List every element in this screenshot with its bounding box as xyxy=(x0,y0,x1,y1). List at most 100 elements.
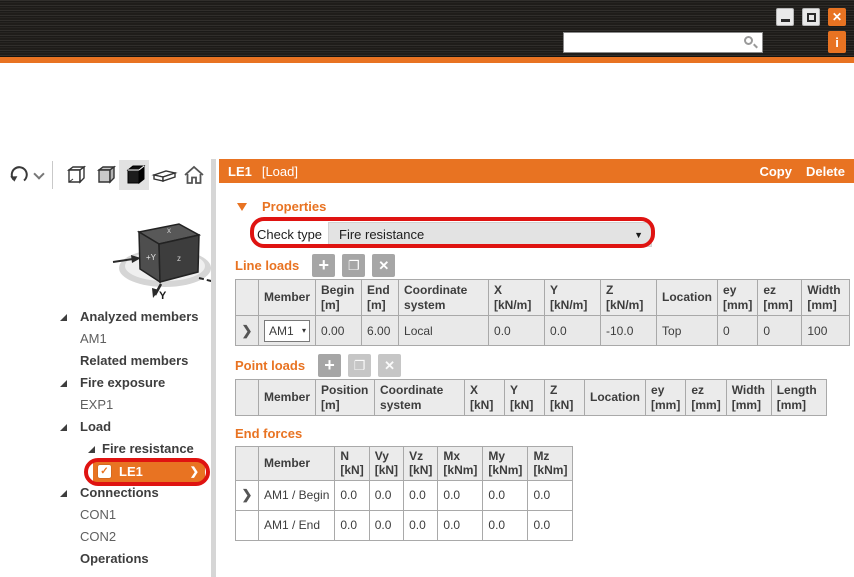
header-cell: Width[mm] xyxy=(802,280,850,316)
mz-cell[interactable]: 0.0 xyxy=(528,510,573,540)
tree-item-con1[interactable]: CON1 xyxy=(0,504,211,526)
maximize-button[interactable] xyxy=(802,8,820,26)
section-title: Properties xyxy=(262,199,326,214)
mx-cell[interactable]: 0.0 xyxy=(438,480,483,510)
tree-expander-icon[interactable] xyxy=(88,446,95,453)
tree-expander-icon[interactable] xyxy=(60,380,67,387)
svg-text:Y: Y xyxy=(159,290,167,300)
collapse-triangle-icon[interactable] xyxy=(237,203,247,211)
wireframe-cube-icon xyxy=(61,162,87,188)
delete-button[interactable]: Delete xyxy=(806,164,845,179)
vz-cell[interactable]: 0.0 xyxy=(404,510,438,540)
tree-expander-icon[interactable] xyxy=(60,424,67,431)
tree-item-exp1[interactable]: EXP1 xyxy=(0,394,211,416)
tree-item-con2[interactable]: CON2 xyxy=(0,526,211,548)
member-cell: AM1 ▾ xyxy=(259,316,316,346)
copy-line-load-button[interactable]: ❐ xyxy=(342,254,365,277)
vz-cell[interactable]: 0.0 xyxy=(404,480,438,510)
my-cell[interactable]: 0.0 xyxy=(483,480,528,510)
view-cube-3d[interactable]: Y +Y z x xyxy=(103,202,221,305)
tree-expander-icon[interactable] xyxy=(60,314,67,321)
copy-button[interactable]: Copy xyxy=(759,164,792,179)
delete-point-load-button[interactable]: ✕ xyxy=(378,354,401,377)
y-cell[interactable]: 0.0 xyxy=(545,316,601,346)
mx-cell[interactable]: 0.0 xyxy=(438,510,483,540)
tree-item-label: Fire resistance xyxy=(102,438,194,460)
z-cell[interactable]: -10.0 xyxy=(601,316,657,346)
width-cell[interactable]: 100 xyxy=(802,316,850,346)
my-cell[interactable]: 0.0 xyxy=(483,510,528,540)
checkbox-checked-icon[interactable]: ✓ xyxy=(98,465,111,478)
vy-cell[interactable]: 0.0 xyxy=(369,480,403,510)
member-cell[interactable]: AM1 / Begin xyxy=(259,480,335,510)
header-cell: Location xyxy=(657,280,718,316)
member-view-button[interactable] xyxy=(149,160,179,190)
delete-icon: ✕ xyxy=(378,259,389,272)
header-cell: Z[kN/m] xyxy=(601,280,657,316)
tree-item-load[interactable]: Load xyxy=(0,416,211,438)
member-cell[interactable]: AM1 / End xyxy=(259,510,335,540)
section-title: Point loads xyxy=(235,358,305,373)
begin-cell[interactable]: 0.00 xyxy=(316,316,362,346)
minimize-icon xyxy=(781,19,790,22)
tree-item-analyzed-members[interactable]: Analyzed members xyxy=(0,306,211,328)
tree-item-related-members[interactable]: Related members xyxy=(0,350,211,372)
mz-cell[interactable]: 0.0 xyxy=(528,480,573,510)
svg-text:x: x xyxy=(167,226,171,235)
info-button[interactable]: i xyxy=(828,31,846,53)
tree-item-operations[interactable]: Operations xyxy=(0,548,211,570)
search-icon[interactable] xyxy=(743,35,759,51)
row-expander[interactable]: ❯ xyxy=(236,316,259,346)
header-cell: My[kNm] xyxy=(483,447,528,481)
vy-cell[interactable]: 0.0 xyxy=(369,510,403,540)
tree-item-label: LE1 xyxy=(119,461,143,483)
tree-item-fire-exposure[interactable]: Fire exposure xyxy=(0,372,211,394)
n-cell[interactable]: 0.0 xyxy=(335,510,369,540)
member-dropdown[interactable]: AM1 ▾ xyxy=(264,320,310,342)
location-cell[interactable]: Top xyxy=(657,316,718,346)
tree-item-fire-resistance[interactable]: Fire resistance xyxy=(0,438,211,460)
tree-item-le1-selected: ✓ LE1 ❯ xyxy=(0,460,211,482)
solid-view-button[interactable] xyxy=(119,160,149,190)
check-type-dropdown[interactable]: Fire resistance ▼ xyxy=(328,222,652,247)
copy-point-load-button[interactable]: ❐ xyxy=(348,354,371,377)
ez-cell[interactable]: 0 xyxy=(758,316,802,346)
ey-cell[interactable]: 0 xyxy=(718,316,758,346)
header-cell: Vz[kN] xyxy=(404,447,438,481)
table-header-row: Member Begin[m] End[m] Coordinatesystem … xyxy=(236,280,850,316)
tree-expander-icon[interactable] xyxy=(60,490,67,497)
tree-item-le1[interactable]: ✓ LE1 ❯ xyxy=(93,461,205,482)
row-expander[interactable]: ❯ xyxy=(236,480,259,510)
add-point-load-button[interactable]: + xyxy=(318,354,341,377)
delete-icon: ✕ xyxy=(384,359,395,372)
maximize-icon xyxy=(807,13,816,22)
header-cell: Member xyxy=(259,447,335,481)
close-button[interactable]: ✕ xyxy=(828,8,846,26)
properties-section-header[interactable]: Properties xyxy=(237,199,326,214)
delete-line-load-button[interactable]: ✕ xyxy=(372,254,395,277)
wireframe-view-button[interactable] xyxy=(59,160,89,190)
end-forces-table: Member N[kN] Vy[kN] Vz[kN] Mx[kNm] My[kN… xyxy=(235,446,573,541)
end-cell[interactable]: 6.00 xyxy=(362,316,399,346)
svg-text:+Y: +Y xyxy=(146,253,157,262)
rotate-options-chevron-down-icon[interactable] xyxy=(34,170,44,180)
minimize-button[interactable] xyxy=(776,8,794,26)
search-input[interactable] xyxy=(564,34,743,51)
rotate-view-button[interactable] xyxy=(4,160,34,190)
header-cell: X[kN] xyxy=(465,380,505,416)
check-type-row: Check type Fire resistance ▼ xyxy=(257,222,652,247)
header-cell: ey[mm] xyxy=(718,280,758,316)
tree-item-connections[interactable]: Connections xyxy=(0,482,211,504)
tree-item-label: EXP1 xyxy=(80,394,113,416)
tree-item-label: Connections xyxy=(80,482,159,504)
add-line-load-button[interactable]: + xyxy=(312,254,335,277)
tree-item-am1[interactable]: AM1 xyxy=(0,328,211,350)
header-cell: N[kN] xyxy=(335,447,369,481)
point-loads-table: Member Position[m] Coordinatesystem X[kN… xyxy=(235,379,827,416)
n-cell[interactable]: 0.0 xyxy=(335,480,369,510)
panel-scrollbar[interactable] xyxy=(211,159,216,577)
x-cell[interactable]: 0.0 xyxy=(489,316,545,346)
coordinate-system-cell[interactable]: Local xyxy=(399,316,489,346)
home-view-button[interactable] xyxy=(179,160,209,190)
shaded-wireframe-view-button[interactable] xyxy=(89,160,119,190)
